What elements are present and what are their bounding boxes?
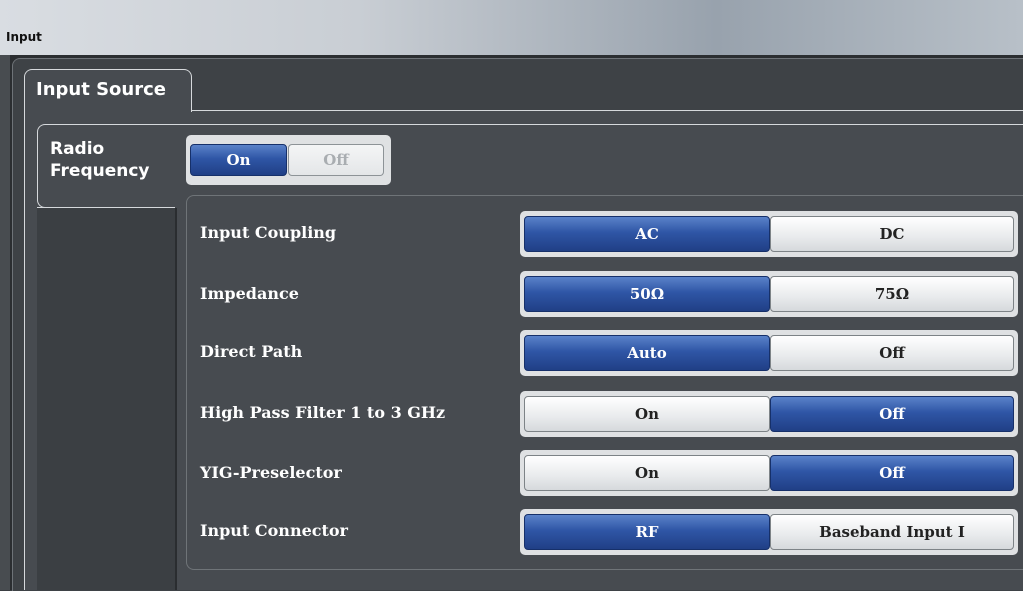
input-coupling-label: Input Coupling <box>200 223 337 242</box>
high-pass-filter-off-button[interactable]: Off <box>770 396 1014 432</box>
tab-input-source[interactable]: Input Source <box>24 69 192 112</box>
direct-path-auto-button[interactable]: Auto <box>524 335 770 371</box>
rf-toggle: On Off <box>186 135 391 185</box>
yig-preselector-selector: On Off <box>520 450 1018 496</box>
input-connector-rf-button[interactable]: RF <box>524 514 770 550</box>
tab-divider <box>192 110 1023 111</box>
side-tab-label-line2: Frequency <box>50 161 150 181</box>
impedance-50-button[interactable]: 50Ω <box>524 276 770 312</box>
high-pass-filter-on-button[interactable]: On <box>524 396 770 432</box>
input-coupling-ac-button[interactable]: AC <box>524 216 770 252</box>
impedance-selector: 50Ω 75Ω <box>520 271 1018 317</box>
frame-edge <box>0 55 10 590</box>
rf-off-button[interactable]: Off <box>288 144 384 176</box>
yig-preselector-off-button[interactable]: Off <box>770 455 1014 491</box>
side-tab-strip <box>37 208 177 590</box>
input-connector-selector: RF Baseband Input I <box>520 509 1018 555</box>
high-pass-filter-selector: On Off <box>520 391 1018 437</box>
direct-path-label: Direct Path <box>200 342 303 361</box>
side-tab-bottom-edge <box>37 207 175 208</box>
yig-preselector-on-button[interactable]: On <box>524 455 770 491</box>
direct-path-off-button[interactable]: Off <box>770 335 1014 371</box>
input-coupling-dc-button[interactable]: DC <box>770 216 1014 252</box>
side-tab-divider <box>174 124 1023 125</box>
impedance-label: Impedance <box>200 284 299 303</box>
side-tab-radio-frequency[interactable]: Radio Frequency <box>37 124 174 208</box>
title-bar: Input <box>0 0 1023 56</box>
rf-on-button[interactable]: On <box>190 144 287 176</box>
input-coupling-selector: AC DC <box>520 211 1018 257</box>
input-connector-baseband-button[interactable]: Baseband Input I <box>770 514 1014 550</box>
direct-path-selector: Auto Off <box>520 330 1018 376</box>
window-title: Input <box>6 30 42 44</box>
high-pass-filter-label: High Pass Filter 1 to 3 GHz <box>200 403 446 422</box>
impedance-75-button[interactable]: 75Ω <box>770 276 1014 312</box>
yig-preselector-label: YIG-Preselector <box>200 463 342 482</box>
input-connector-label: Input Connector <box>200 521 348 540</box>
side-tab-label-line1: Radio <box>50 139 105 159</box>
